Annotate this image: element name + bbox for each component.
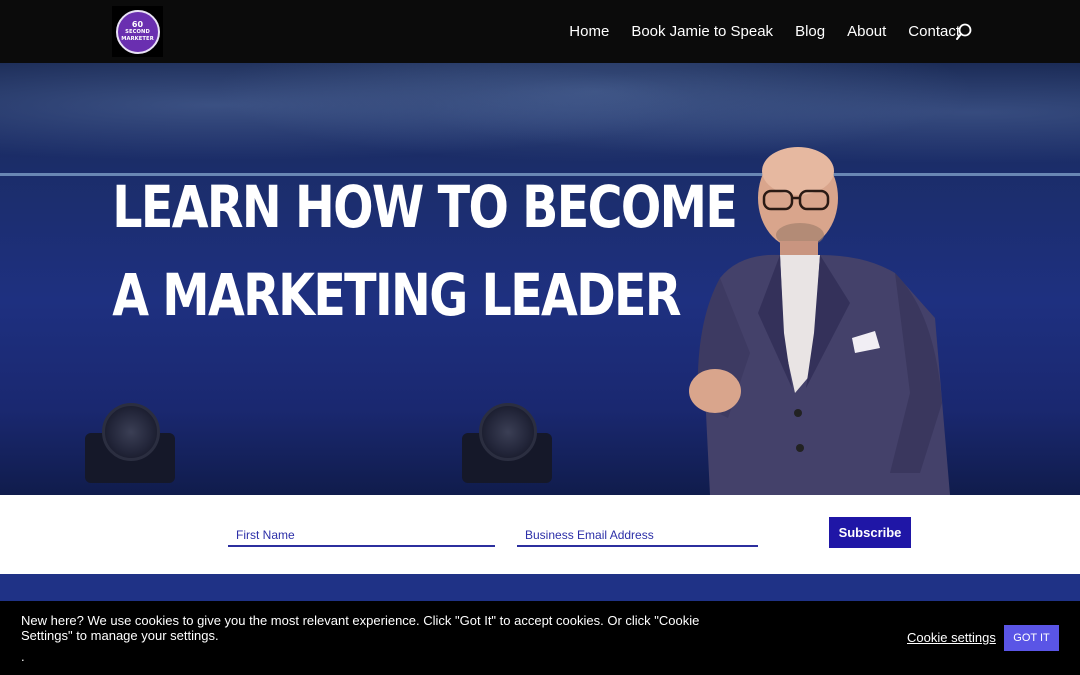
hero-banner: LEARN HOW TO BECOME A MARKETING LEADER [0,63,1080,495]
got-it-button[interactable]: GOT IT [1004,625,1059,651]
site-logo[interactable]: 60 SECOND MARKETER [112,6,163,57]
first-name-input[interactable] [228,525,495,545]
nav-contact[interactable]: Contact [908,23,960,40]
first-name-field-wrapper [228,525,495,547]
nav-book-jamie[interactable]: Book Jamie to Speak [631,23,773,40]
stage-light-right [462,403,552,483]
stage-light-left [85,403,175,483]
logo-badge: 60 SECOND MARKETER [115,9,160,54]
logo-line1: SECOND [125,29,150,36]
hero-headline-line2: A MARKETING LEADER [112,261,681,329]
logo-number: 60 [131,20,144,30]
email-field-wrapper [517,525,758,547]
hero-headline: LEARN HOW TO BECOME A MARKETING LEADER [112,163,738,339]
business-email-input[interactable] [517,525,758,545]
site-header: 60 SECOND MARKETER Home Book Jamie to Sp… [0,0,1080,63]
search-icon[interactable] [955,23,973,41]
logo-line2: MARKETER [121,35,154,42]
cookie-dot: . [21,649,25,664]
cookie-message: New here? We use cookies to give you the… [21,613,700,643]
newsletter-form: Subscribe [0,495,1080,574]
cookie-banner: New here? We use cookies to give you the… [0,601,1080,675]
nav-home[interactable]: Home [569,23,609,40]
speaker-photo [689,147,950,495]
cookie-settings-link[interactable]: Cookie settings [907,630,996,645]
subscribe-button[interactable]: Subscribe [829,517,911,548]
main-nav: Home Book Jamie to Speak Blog About Cont… [547,0,960,63]
hero-headline-line1: LEARN HOW TO BECOME [112,173,738,241]
nav-about[interactable]: About [847,23,886,40]
nav-blog[interactable]: Blog [795,23,825,40]
